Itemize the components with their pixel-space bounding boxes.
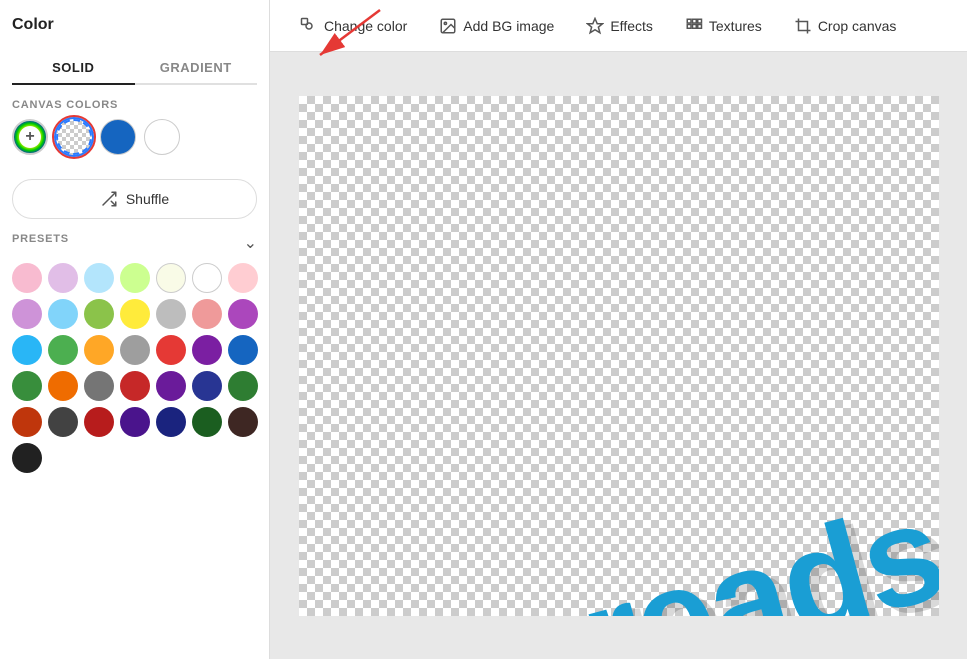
preset-color-35[interactable] — [12, 443, 42, 473]
preset-color-9[interactable] — [84, 299, 114, 329]
presets-grid — [12, 263, 257, 473]
preset-color-27[interactable] — [228, 371, 258, 401]
preset-color-30[interactable] — [84, 407, 114, 437]
image-icon — [439, 17, 457, 35]
preset-color-3[interactable] — [120, 263, 150, 293]
add-color-button[interactable]: + — [12, 119, 48, 155]
preset-color-7[interactable] — [12, 299, 42, 329]
preset-color-34[interactable] — [228, 407, 258, 437]
add-bg-image-button[interactable]: Add BG image — [425, 9, 568, 43]
preset-color-18[interactable] — [156, 335, 186, 365]
preset-color-33[interactable] — [192, 407, 222, 437]
canvas-colors-label: CANVAS COLORS — [12, 99, 257, 111]
preset-color-28[interactable] — [12, 407, 42, 437]
shuffle-label: Shuffle — [126, 191, 169, 207]
preset-color-4[interactable] — [156, 263, 186, 293]
textures-label: Textures — [709, 18, 762, 34]
sidebar: Color SOLID GRADIENT CANVAS COLORS + Shu… — [0, 0, 270, 659]
sidebar-title: Color — [12, 16, 257, 34]
tab-row: SOLID GRADIENT — [12, 52, 257, 85]
preset-color-12[interactable] — [192, 299, 222, 329]
shuffle-button[interactable]: Shuffle — [12, 179, 257, 219]
preset-color-11[interactable] — [156, 299, 186, 329]
preset-color-0[interactable] — [12, 263, 42, 293]
color-picker-icon — [300, 17, 318, 35]
preset-color-20[interactable] — [228, 335, 258, 365]
change-color-label: Change color — [324, 18, 407, 34]
preset-color-2[interactable] — [84, 263, 114, 293]
preset-color-31[interactable] — [120, 407, 150, 437]
canvas-colors-row: + — [12, 119, 257, 155]
shuffle-icon — [100, 190, 118, 208]
add-bg-image-label: Add BG image — [463, 18, 554, 34]
crop-canvas-label: Crop canvas — [818, 18, 897, 34]
change-color-button[interactable]: Change color — [286, 9, 421, 43]
toolbar: Change color Add BG image Effects — [270, 0, 967, 52]
effects-icon — [586, 17, 604, 35]
textures-button[interactable]: Textures — [671, 9, 776, 43]
preset-color-23[interactable] — [84, 371, 114, 401]
canvas-colors-section: CANVAS COLORS + — [12, 99, 257, 165]
preset-color-32[interactable] — [156, 407, 186, 437]
transparent-color-swatch[interactable] — [56, 119, 92, 155]
canvas-text: Spreads — [396, 469, 938, 615]
tab-solid[interactable]: SOLID — [12, 52, 135, 85]
preset-color-19[interactable] — [192, 335, 222, 365]
presets-section: PRESETS ⌄ — [12, 233, 257, 473]
preset-color-5[interactable] — [192, 263, 222, 293]
main-area: Change color Add BG image Effects — [270, 0, 967, 659]
white-color-swatch[interactable] — [144, 119, 180, 155]
preset-color-13[interactable] — [228, 299, 258, 329]
add-color-plus: + — [19, 126, 41, 148]
preset-color-6[interactable] — [228, 263, 258, 293]
effects-button[interactable]: Effects — [572, 9, 667, 43]
tab-gradient[interactable]: GRADIENT — [135, 52, 258, 83]
preset-color-10[interactable] — [120, 299, 150, 329]
preset-color-29[interactable] — [48, 407, 78, 437]
preset-color-14[interactable] — [12, 335, 42, 365]
presets-header: PRESETS ⌄ — [12, 233, 257, 253]
preset-color-25[interactable] — [156, 371, 186, 401]
preset-color-16[interactable] — [84, 335, 114, 365]
preset-color-8[interactable] — [48, 299, 78, 329]
presets-label: PRESETS — [12, 233, 69, 245]
blue-color-swatch[interactable] — [100, 119, 136, 155]
preset-color-24[interactable] — [120, 371, 150, 401]
presets-chevron-icon[interactable]: ⌄ — [244, 233, 257, 253]
preset-color-17[interactable] — [120, 335, 150, 365]
canvas-area: Spreads — [270, 52, 967, 659]
crop-icon — [794, 17, 812, 35]
textures-icon — [685, 17, 703, 35]
preset-color-1[interactable] — [48, 263, 78, 293]
preset-color-22[interactable] — [48, 371, 78, 401]
preset-color-26[interactable] — [192, 371, 222, 401]
effects-label: Effects — [610, 18, 653, 34]
preset-color-15[interactable] — [48, 335, 78, 365]
crop-canvas-button[interactable]: Crop canvas — [780, 9, 911, 43]
preset-color-21[interactable] — [12, 371, 42, 401]
canvas-content: Spreads — [299, 96, 939, 616]
